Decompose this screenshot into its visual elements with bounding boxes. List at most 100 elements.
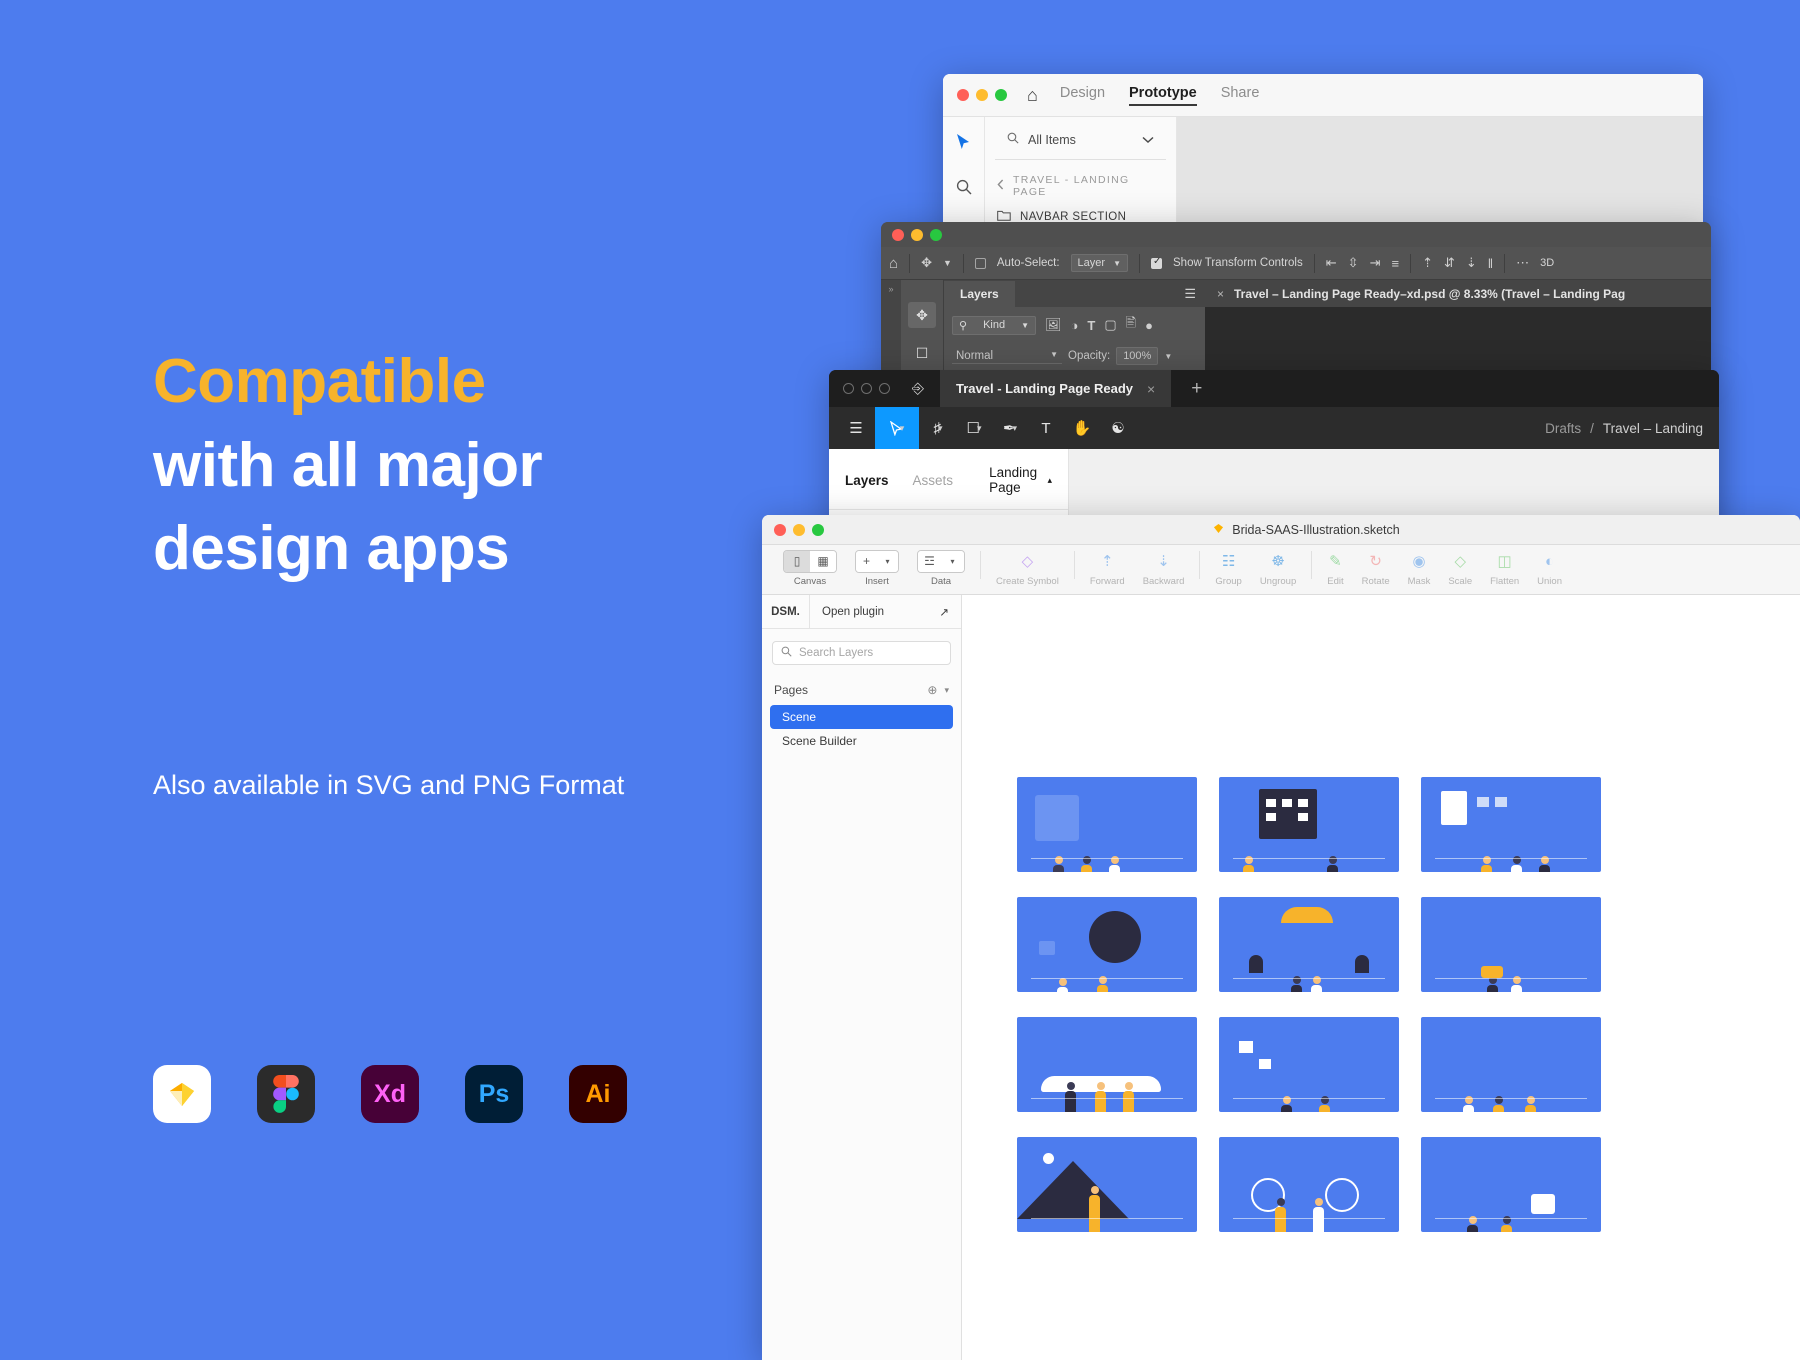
distribute-h-icon[interactable]: ≡	[1391, 256, 1399, 271]
send-backward-icon[interactable]: ⇣	[1157, 549, 1170, 573]
flatten-icon[interactable]: ◫	[1498, 549, 1512, 573]
close-icon[interactable]: ×	[1217, 287, 1224, 301]
align-right-icon[interactable]: ⇥	[1370, 255, 1381, 271]
artboard-illustration-6[interactable]	[1421, 897, 1601, 992]
hand-tool-icon[interactable]: ✋	[1065, 407, 1099, 449]
sketch-window[interactable]: Brida-SAAS-Illustration.sketch ▯▦ Canvas…	[762, 515, 1800, 1360]
home-icon[interactable]: ⌂	[889, 255, 898, 272]
minimize-window-button[interactable]	[861, 383, 872, 394]
move-tool-icon[interactable]: ✥	[921, 255, 932, 271]
data-stack-icon[interactable]: ☲▾	[917, 549, 965, 573]
align-top-icon[interactable]: ⇡	[1422, 255, 1433, 271]
canvas-view-grid[interactable]: ▦	[810, 551, 836, 572]
search-layers-input[interactable]: Search Layers	[772, 641, 951, 665]
auto-select-checkbox[interactable]	[975, 258, 986, 269]
toolbar-group-flatten[interactable]: ◫ Flatten	[1481, 549, 1528, 587]
minimize-window-button[interactable]	[976, 89, 988, 101]
home-icon[interactable]: ⌂	[1027, 85, 1038, 106]
chevron-down-icon[interactable]: ▾	[944, 685, 949, 696]
data-stack[interactable]: ☲	[918, 551, 941, 572]
align-left-icon[interactable]: ⇤	[1326, 255, 1337, 271]
window-controls[interactable]	[843, 383, 890, 394]
close-window-button[interactable]	[774, 524, 786, 536]
window-controls[interactable]	[957, 89, 1007, 101]
toolbar-group-rotate[interactable]: ↻ Rotate	[1353, 549, 1399, 587]
chevron-right-icon[interactable]: »	[888, 284, 893, 294]
toolbar-group-create-symbol[interactable]: ◇ Create Symbol	[987, 549, 1068, 587]
distribute-v-icon[interactable]: ‖	[1488, 256, 1493, 271]
toolbar-group-union[interactable]: ◐ Union	[1528, 549, 1571, 587]
chevron-down-icon[interactable]: ▾	[977, 423, 982, 434]
group-icon[interactable]: ☷	[1222, 549, 1235, 573]
smart-object-filter-icon[interactable]: 🖹	[1126, 314, 1136, 336]
breadcrumb-root[interactable]: Drafts	[1545, 421, 1581, 436]
zoom-icon[interactable]	[956, 179, 972, 200]
xd-search-field[interactable]: All Items	[995, 117, 1166, 160]
align-center-h-icon[interactable]: ⇳	[1348, 255, 1359, 271]
text-tool-icon[interactable]: T	[1029, 407, 1063, 449]
maximize-window-button[interactable]	[995, 89, 1007, 101]
maximize-window-button[interactable]	[930, 229, 942, 241]
sidebar-item-scene-builder[interactable]: Scene Builder	[770, 729, 953, 753]
marquee-tool-icon[interactable]: ☐	[908, 340, 936, 366]
canvas-view-toggle-icon[interactable]: ▯▦	[783, 549, 837, 573]
artboard-illustration-1[interactable]	[1017, 777, 1197, 872]
tab-design[interactable]: Design	[1060, 85, 1105, 106]
minimize-window-button[interactable]	[911, 229, 923, 241]
toolbar-group-data[interactable]: ☲▾ Data	[908, 549, 974, 587]
insert-plus[interactable]: +	[856, 551, 877, 572]
move-tool-icon[interactable]: ▾	[875, 407, 919, 449]
create-symbol-icon[interactable]: ◇	[1022, 549, 1034, 573]
chevron-down-icon[interactable]: ▾	[938, 423, 943, 434]
plus-icon[interactable]: +▾	[855, 549, 899, 573]
toolbar-group-forward[interactable]: ⇡ Forward	[1081, 549, 1134, 587]
ungroup-icon[interactable]: ☸	[1271, 549, 1284, 573]
mask-icon[interactable]: ◉	[1412, 549, 1425, 573]
rotate-icon[interactable]: ↻	[1369, 549, 1382, 573]
artboard-illustration-8[interactable]	[1219, 1017, 1399, 1112]
layer-scope-select[interactable]: Layer ▼	[1071, 254, 1128, 272]
toolbar-group-edit[interactable]: ✎ Edit	[1318, 549, 1352, 587]
figma-file-tab[interactable]: Travel - Landing Page Ready ×	[940, 370, 1171, 407]
sketch-canvas[interactable]	[962, 595, 1800, 1360]
artboard-illustration-2[interactable]	[1219, 777, 1399, 872]
window-controls[interactable]	[774, 524, 824, 536]
text-filter-icon[interactable]: T	[1087, 318, 1095, 333]
tab-share[interactable]: Share	[1221, 85, 1260, 106]
show-transform-controls-checkbox[interactable]	[1151, 258, 1162, 269]
close-window-button[interactable]	[892, 229, 904, 241]
close-window-button[interactable]	[957, 89, 969, 101]
toolbar-group-backward[interactable]: ⇣ Backward	[1134, 549, 1194, 587]
adjustment-filter-icon[interactable]: ◑	[1071, 318, 1079, 333]
blend-mode-select[interactable]: Normal ▼	[952, 349, 1062, 364]
artboard-illustration-12[interactable]	[1421, 1137, 1601, 1232]
artboard-illustration-9[interactable]	[1421, 1017, 1601, 1112]
breadcrumb-file[interactable]: Travel – Landing	[1603, 421, 1703, 436]
minimize-window-button[interactable]	[793, 524, 805, 536]
hamburger-menu-icon[interactable]: ☰	[1184, 286, 1196, 302]
shape-filter-icon[interactable]: ▢	[1104, 317, 1116, 333]
tab-layers[interactable]: Layers	[944, 281, 1015, 307]
toolbar-group-canvas[interactable]: ▯▦ Canvas	[774, 549, 846, 587]
artboard-illustration-5[interactable]	[1219, 897, 1399, 992]
shape-tool-icon[interactable]: ☐▾	[957, 407, 991, 449]
opacity-field[interactable]: 100%	[1116, 347, 1158, 365]
close-icon[interactable]: ×	[1147, 381, 1155, 397]
ps-document-tab[interactable]: × Travel – Landing Page Ready–xd.psd @ 8…	[1205, 280, 1711, 307]
align-center-v-icon[interactable]: ⇵	[1444, 255, 1455, 271]
sidebar-item-scene[interactable]: Scene	[770, 705, 953, 729]
image-filter-icon[interactable]: 🖼	[1045, 317, 1062, 333]
toolbar-group-group[interactable]: ☷ Group	[1206, 549, 1250, 587]
tab-prototype[interactable]: Prototype	[1129, 85, 1197, 106]
window-controls[interactable]	[892, 229, 942, 241]
more-dots-icon[interactable]: ⋯	[1516, 255, 1529, 271]
open-plugin-button[interactable]: Open plugin ↗	[810, 605, 961, 619]
artboard-illustration-7[interactable]	[1017, 1017, 1197, 1112]
breadcrumb[interactable]: TRAVEL - LANDING PAGE	[985, 160, 1176, 204]
align-bottom-icon[interactable]: ⇣	[1466, 255, 1477, 271]
union-icon[interactable]: ◐	[1545, 549, 1554, 573]
chevron-down-icon[interactable]: ▾	[941, 551, 964, 572]
artboard-illustration-3[interactable]	[1421, 777, 1601, 872]
canvas-view-single[interactable]: ▯	[784, 551, 810, 572]
scale-icon[interactable]: ◇	[1454, 549, 1466, 573]
